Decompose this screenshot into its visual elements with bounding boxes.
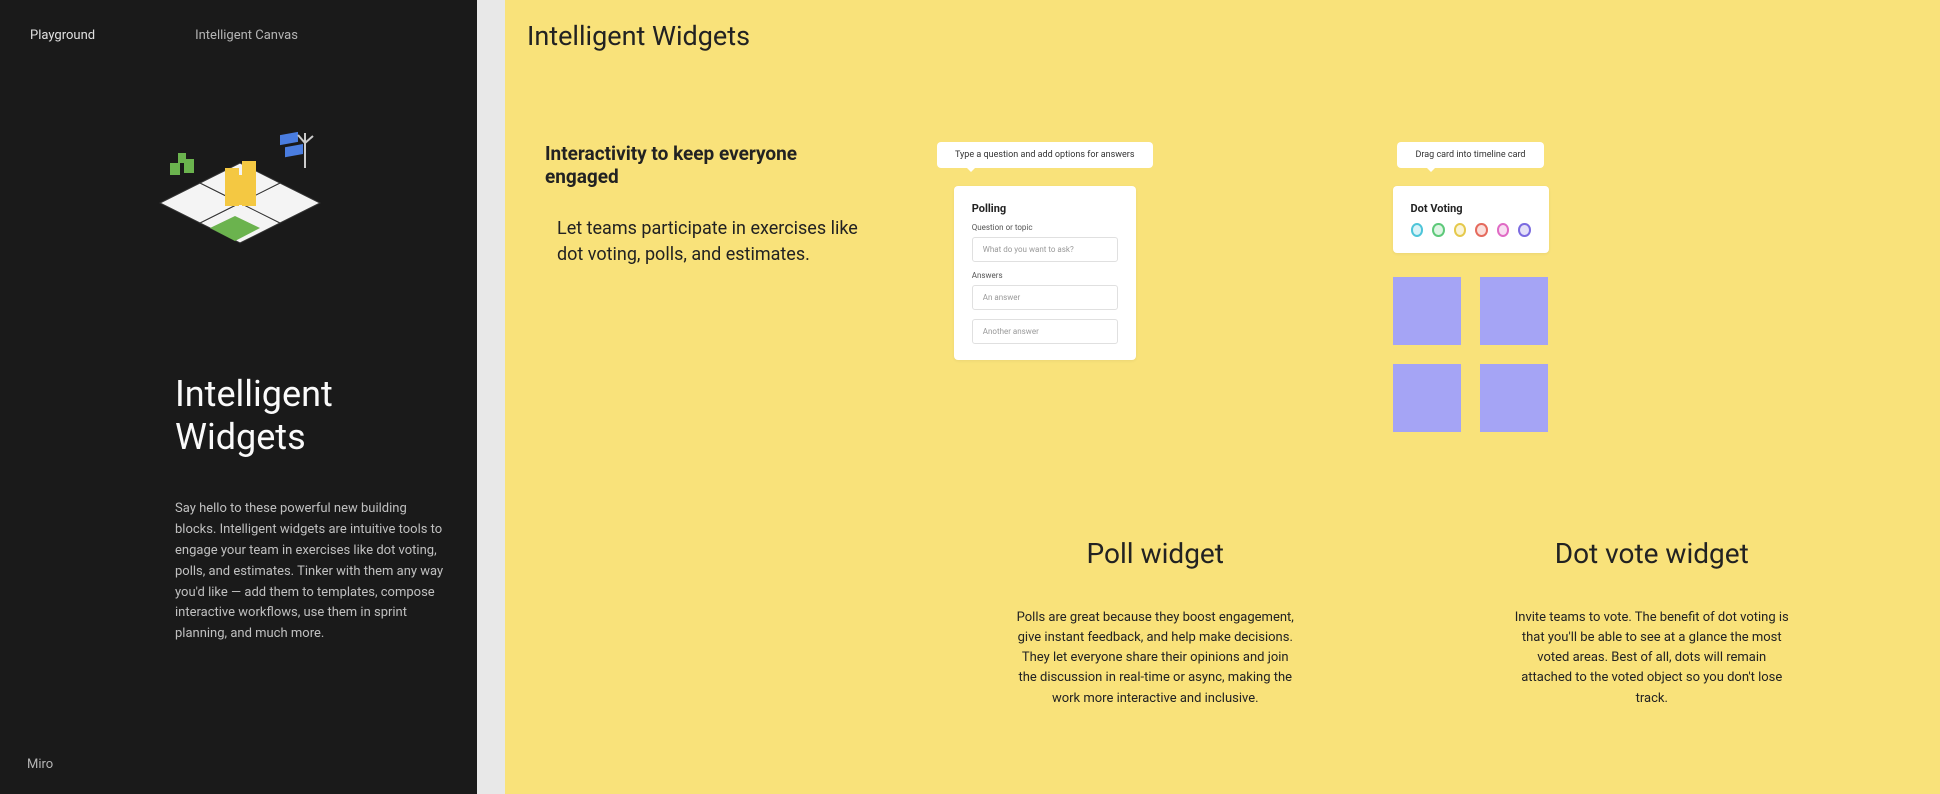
dot-purple[interactable] xyxy=(1518,223,1531,237)
poll-tooltip-bubble: Type a question and add options for answ… xyxy=(937,142,1153,168)
dotvote-section-title: Dot vote widget xyxy=(1424,537,1881,570)
dot-cyan[interactable] xyxy=(1411,223,1424,237)
sidebar-description: Say hello to these powerful new building… xyxy=(175,499,445,645)
poll-section-title: Poll widget xyxy=(927,537,1384,570)
sticky-note[interactable] xyxy=(1393,364,1461,432)
intro-text: Let teams participate in exercises like … xyxy=(545,216,867,268)
answer-input-2[interactable]: Another answer xyxy=(972,319,1118,344)
question-input[interactable]: What do you want to ask? xyxy=(972,237,1118,262)
dotvote-section-desc: Invite teams to vote. The benefit of dot… xyxy=(1512,608,1792,709)
nav-intelligent-canvas[interactable]: Intelligent Canvas xyxy=(195,28,298,43)
question-label: Question or topic xyxy=(972,223,1118,232)
spacer-col xyxy=(527,537,907,709)
dot-yellow[interactable] xyxy=(1454,223,1467,237)
sidebar-header: Playground Intelligent Canvas xyxy=(30,28,447,43)
sticky-note[interactable] xyxy=(1480,277,1548,345)
poll-section-desc: Polls are great because they boost engag… xyxy=(1015,608,1295,709)
dotvote-preview-column: Drag card into timeline card Dot Voting xyxy=(1393,142,1549,432)
dotvote-card[interactable]: Dot Voting xyxy=(1393,186,1549,253)
panel-divider xyxy=(477,0,505,794)
dotvote-info-column: Dot vote widget Invite teams to vote. Th… xyxy=(1404,537,1901,709)
polling-card-title: Polling xyxy=(972,202,1118,215)
sidebar: Playground Intelligent Canvas xyxy=(0,0,477,794)
sticky-note[interactable] xyxy=(1480,364,1548,432)
dot-pink[interactable] xyxy=(1497,223,1510,237)
dotvote-tooltip-bubble: Drag card into timeline card xyxy=(1397,142,1543,168)
intro-column: Interactivity to keep everyone engaged L… xyxy=(527,142,867,432)
sidebar-footer-brand: Miro xyxy=(27,757,53,772)
dot-palette xyxy=(1411,223,1531,237)
dot-red[interactable] xyxy=(1475,223,1488,237)
polling-card[interactable]: Polling Question or topic What do you wa… xyxy=(954,186,1136,360)
dotvote-card-title: Dot Voting xyxy=(1411,202,1531,215)
main-canvas[interactable]: Intelligent Widgets Interactivity to kee… xyxy=(505,0,1940,794)
sidebar-title: Intelligent Widgets xyxy=(175,373,447,459)
nav-playground[interactable]: Playground xyxy=(30,28,95,43)
sticky-grid xyxy=(1393,277,1548,432)
intro-heading: Interactivity to keep everyone engaged xyxy=(545,142,867,188)
top-row: Interactivity to keep everyone engaged L… xyxy=(527,142,1900,432)
answer-input-1[interactable]: An answer xyxy=(972,285,1118,310)
poll-info-column: Poll widget Polls are great because they… xyxy=(907,537,1404,709)
poll-preview-column: Type a question and add options for answ… xyxy=(937,142,1153,432)
sticky-note[interactable] xyxy=(1393,277,1461,345)
answers-label: Answers xyxy=(972,271,1118,280)
bottom-row: Poll widget Polls are great because they… xyxy=(527,537,1900,709)
isometric-illustration xyxy=(150,113,350,293)
dot-green[interactable] xyxy=(1432,223,1445,237)
page-title: Intelligent Widgets xyxy=(527,20,1900,52)
